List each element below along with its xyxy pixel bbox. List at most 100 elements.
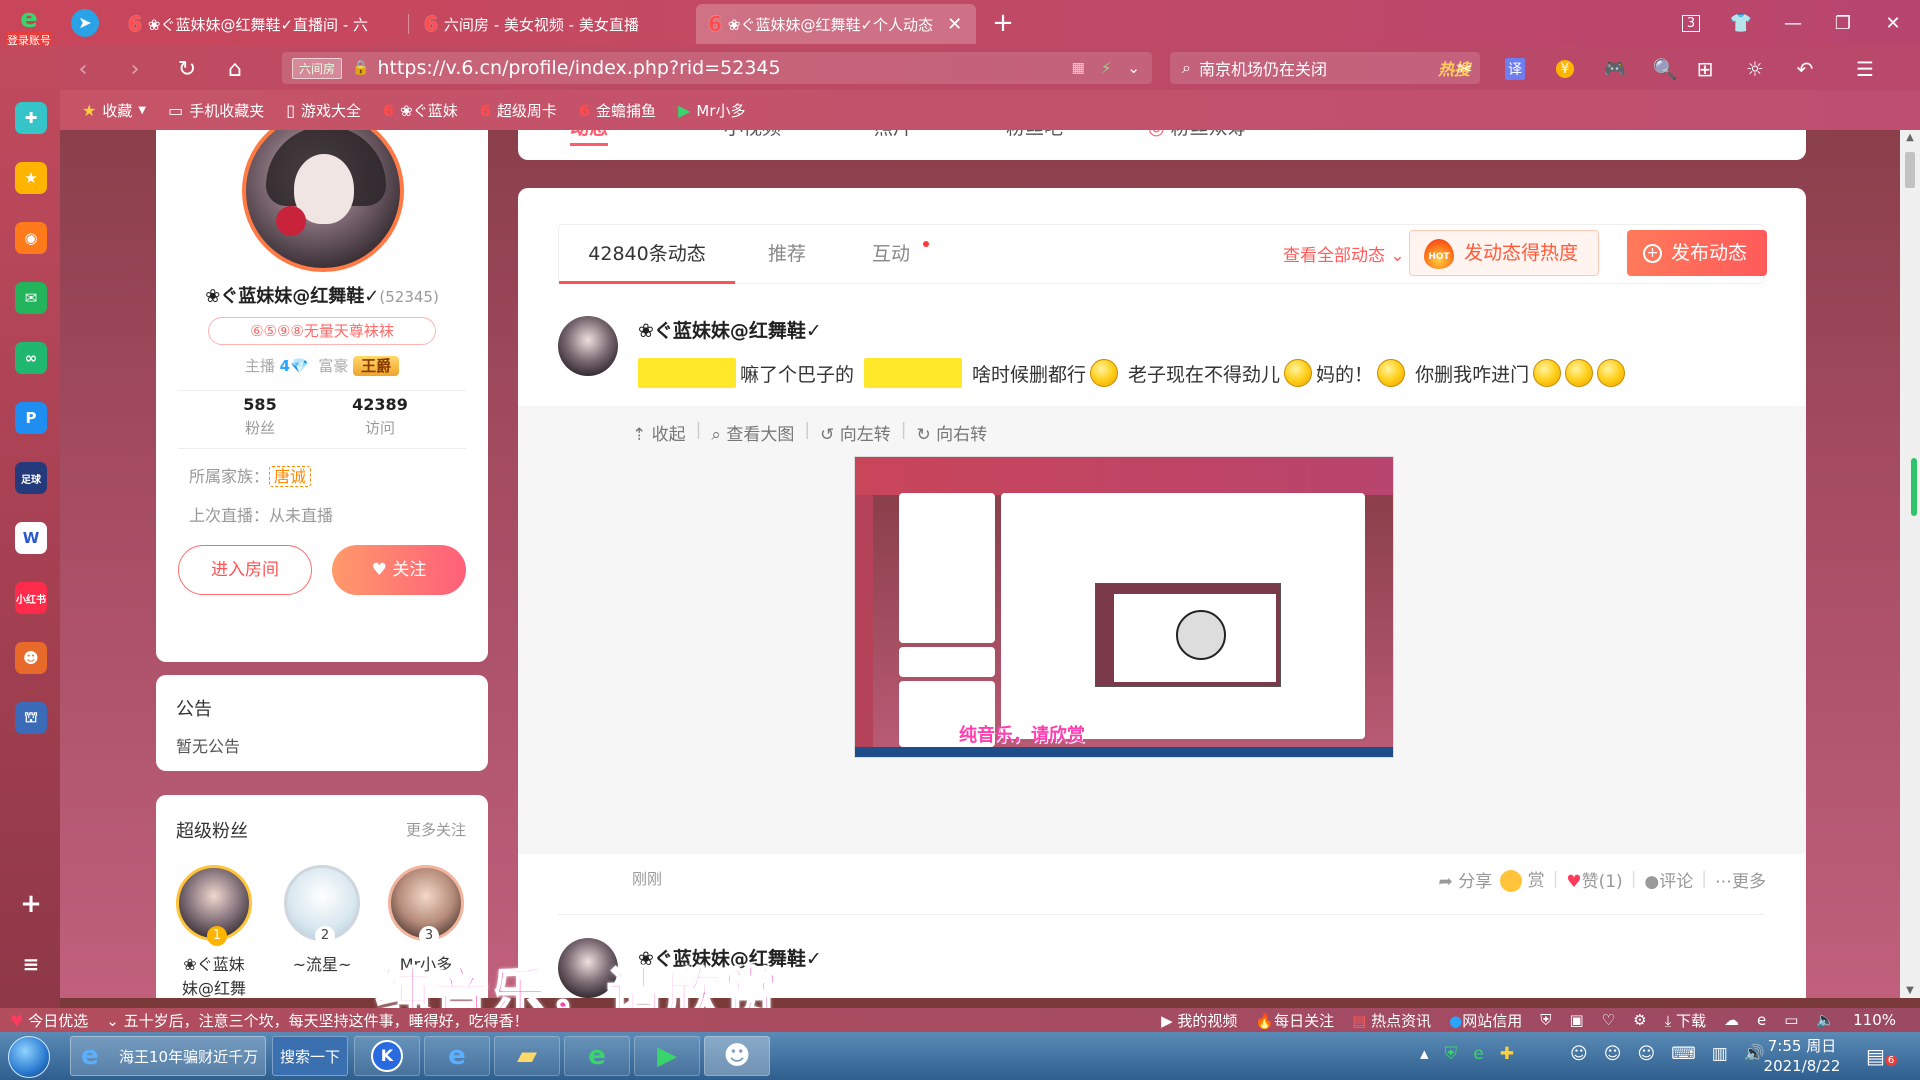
taskbar-folder-icon[interactable]: ▰ [494,1036,560,1076]
new-tab-button[interactable]: + [988,8,1018,38]
weibo-icon[interactable]: ◉ [15,222,47,254]
word-doc-icon[interactable]: W [15,522,47,554]
tray-shield-icon[interactable]: ⛨ [1445,1044,1458,1064]
system-clock[interactable]: 7:55 周日 2021/8/22 [1762,1036,1842,1076]
bookmark-mobile[interactable]: ▭ 手机收藏夹 [160,100,272,121]
tab-crowdfunding[interactable]: ◎ 粉丝众筹 [1148,130,1247,140]
like-button[interactable]: ♥赞(1) [1566,867,1622,892]
view-large-button[interactable]: ⌕ 查看大图 [711,420,794,445]
bookmark-mrxiaoduo[interactable]: ▶ Mr小多 [670,100,753,121]
minimize-icon[interactable]: — [1778,8,1808,38]
feed-tab-all[interactable]: 42840条动态 [559,225,735,284]
undo-icon[interactable]: ↶ [1790,54,1820,84]
scissors-icon[interactable]: ✂ [1450,54,1480,84]
lightning-icon[interactable]: ⚡ [1101,59,1112,77]
hot-news-link[interactable]: ▤ 热点资讯 [1352,1010,1431,1031]
super-fan-2[interactable]: 2 ~流星~ [282,865,362,977]
fans-stat[interactable]: 585 粉丝 [190,395,330,438]
heart-outline-icon[interactable]: ♡ [1602,1011,1615,1029]
favorites-star-icon[interactable]: ★ [15,162,47,194]
daily-follow-link[interactable]: 🔥每日关注 [1255,1010,1334,1031]
xiaohongshu-icon[interactable]: 小红书 [15,582,47,614]
telegram-icon[interactable]: ➤ [70,8,100,38]
taskbar-cat-app-icon[interactable]: ☻ [704,1036,770,1076]
post-screenshot-image[interactable]: 纯音乐，请欣赏 [854,456,1394,758]
bookmark-favorites[interactable]: ★ 收藏 ▼ [74,100,154,121]
tray-qq3-icon[interactable]: ☺ [1637,1044,1655,1064]
tray-qq-icon[interactable]: ☺ [1570,1044,1588,1064]
taskbar-ie-icon[interactable]: e [424,1036,490,1076]
p-app-icon[interactable]: P [15,402,47,434]
today-picks[interactable]: ♥ 今日优选 [10,1010,88,1031]
close-window-icon[interactable]: ✕ [1878,8,1908,38]
post-author-avatar[interactable] [558,316,618,376]
scroll-thumb[interactable] [1905,152,1915,188]
my-video-link[interactable]: ▶ 我的视频 [1161,1010,1237,1031]
news-ticker[interactable]: ⌄ 五十岁后，注意三个坎，每天坚持这件事，睡得好，吃得香！ [106,1010,528,1031]
profile-avatar[interactable] [242,130,404,272]
more-button[interactable]: ⋯更多 [1715,867,1766,892]
speaker-icon[interactable]: 🔈 [1816,1011,1835,1029]
feed-tab-recommend[interactable]: 推荐 [735,225,839,283]
download-link[interactable]: ⤓ 下载 [1665,1010,1706,1031]
tray-browser-icon[interactable]: e [1473,1044,1483,1064]
tab-fan-bar[interactable]: 粉丝吧 [1006,130,1063,140]
tray-network-icon[interactable]: ▥ [1712,1044,1728,1064]
enter-room-button[interactable]: 进入房间 [178,545,312,595]
taskbar-k-app-icon[interactable]: K [354,1036,420,1076]
browser-logo[interactable]: e 登录账号 [6,6,52,48]
refresh-icon[interactable]: ↻ [172,54,202,84]
post-for-heat-button[interactable]: HOT 发动态得热度 [1409,230,1599,276]
side-handle[interactable] [1911,458,1917,516]
taskbar-ie-news[interactable]: e 海王10年骗财近千万 [70,1036,266,1076]
restore-icon[interactable]: ❐ [1828,8,1858,38]
search-box[interactable]: ⌕ 南京机场仍在关闭 热搜 [1170,52,1480,84]
bookmark-fishing[interactable]: 6 金蟾捕鱼 [571,100,664,121]
family-badge[interactable]: 唐诚 [269,466,312,487]
rotate-right-button[interactable]: ↻ 向右转 [916,420,987,445]
tab-liujianfang[interactable]: 6 六间房 - 美女视频 - 美女直播 [412,4,692,44]
image-icon[interactable]: ▣ [1569,1011,1583,1029]
qr-icon[interactable]: ▦ [1072,60,1085,76]
taskbar-player-icon[interactable]: ▶ [634,1036,700,1076]
publish-post-button[interactable]: + 发布动态 [1627,230,1767,276]
list-menu-icon[interactable]: ≡ [15,948,47,980]
rotate-left-button[interactable]: ↺ 向左转 [820,420,891,445]
tab-photos[interactable]: 照片 [874,130,912,140]
tools-icon[interactable]: ⚙ [1633,1011,1646,1029]
back-icon[interactable]: ‹ [68,54,98,84]
translate-icon[interactable]: 译 [1500,54,1530,84]
forward-icon[interactable]: › [120,54,150,84]
home-icon[interactable]: ⌂ [220,54,250,84]
url-dropdown-icon[interactable]: ⌄ [1127,59,1140,77]
collapse-button[interactable]: ⇡ 收起 [632,420,686,445]
magnifier-icon[interactable]: 🔍 [1650,54,1680,84]
page-scrollbar[interactable]: ▲ ▼ [1900,130,1920,998]
feed-tab-interact[interactable]: 互动 [839,225,943,283]
coin-icon[interactable]: ¥ [1550,54,1580,84]
site-credit-link[interactable]: ●网站信用 [1449,1010,1522,1031]
link-icon[interactable]: ∞ [15,342,47,374]
bookmark-games[interactable]: ▯ 游戏大全 [278,100,369,121]
bookmark-weekly[interactable]: 6 超级周卡 [472,100,565,121]
taskbar-search-button[interactable]: 搜索一下 [272,1036,348,1076]
scroll-down-icon[interactable]: ▼ [1900,985,1920,996]
game-castle-icon[interactable]: ⛫ [15,702,47,734]
tray-keyboard-icon[interactable]: ⌨ [1671,1044,1696,1064]
apps-icon[interactable]: ⊞ [1690,54,1720,84]
taskbar-browser-icon[interactable]: e [564,1036,630,1076]
tab-count-badge[interactable]: 3 [1676,8,1706,38]
tab-short-videos[interactable]: 小视频 [724,130,781,140]
football-app-icon[interactable]: 足球 [15,462,47,494]
tray-plus-icon[interactable]: ✚ [1500,1044,1514,1064]
gamepad-icon[interactable]: 🎮 [1600,54,1630,84]
cloud-icon[interactable]: ☁ [1724,1011,1739,1029]
window-icon[interactable]: ▭ [1784,1011,1798,1029]
tab-profile[interactable]: 6 ❀ぐ蓝妹妹@红舞鞋✓个人动态 ✕ [696,4,976,44]
ie-icon[interactable]: e [1757,1011,1766,1029]
start-button[interactable] [8,1036,50,1078]
game-avatar-icon[interactable]: ☻ [15,642,47,674]
notification-icon[interactable]: ▤ 6 [1866,1044,1898,1068]
tray-qq2-icon[interactable]: ☺ [1604,1044,1622,1064]
close-tab-icon[interactable]: ✕ [947,14,962,35]
